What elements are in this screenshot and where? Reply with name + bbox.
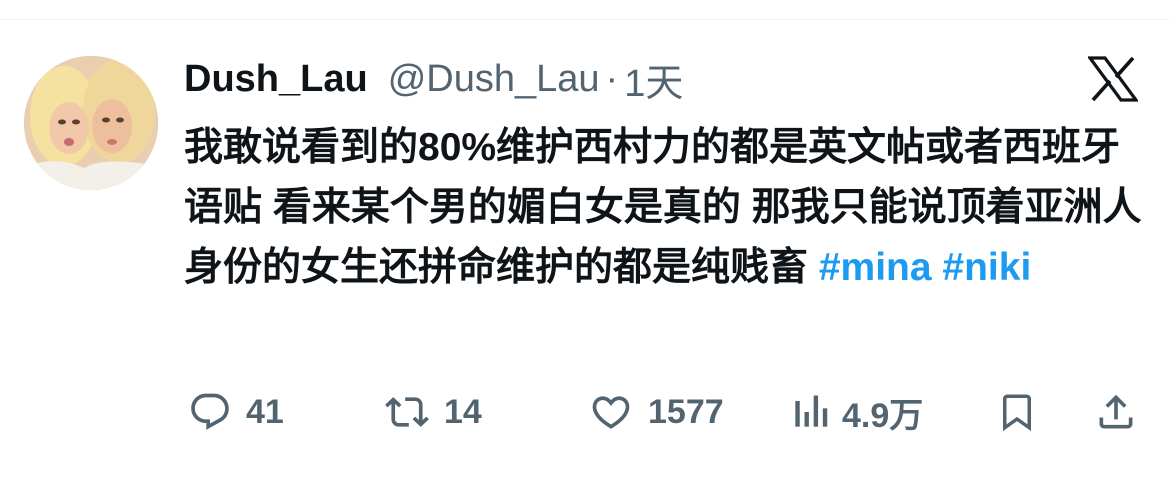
retweet-count: 14 bbox=[444, 392, 482, 431]
heart-icon bbox=[588, 390, 634, 434]
share-button[interactable] bbox=[1094, 384, 1138, 440]
retweet-icon bbox=[384, 390, 430, 434]
bookmark-icon bbox=[996, 390, 1038, 434]
share-icon bbox=[1094, 390, 1138, 434]
hashtag-mina[interactable]: #mina bbox=[819, 246, 932, 289]
top-divider bbox=[0, 19, 1170, 20]
action-bar: 41 14 1577 4.9万 bbox=[184, 384, 1144, 440]
separator-dot: · bbox=[605, 57, 619, 100]
bookmark-button[interactable] bbox=[996, 384, 1038, 440]
views-icon bbox=[792, 390, 828, 434]
like-count: 1577 bbox=[648, 392, 724, 431]
reply-count: 41 bbox=[246, 392, 284, 431]
retweet-button[interactable]: 14 bbox=[384, 384, 482, 440]
avatar[interactable] bbox=[24, 56, 158, 190]
x-logo-icon bbox=[1086, 56, 1140, 102]
tweet-header: Dush_Lau @Dush_Lau · 1天 bbox=[184, 52, 683, 107]
display-name[interactable]: Dush_Lau bbox=[184, 58, 368, 101]
views-button[interactable]: 4.9万 bbox=[792, 384, 923, 440]
views-count: 4.9万 bbox=[842, 396, 924, 435]
user-handle[interactable]: @Dush_Lau bbox=[388, 58, 600, 101]
hashtag-niki[interactable]: #niki bbox=[942, 246, 1031, 289]
like-button[interactable]: 1577 bbox=[588, 384, 724, 440]
tweet-text: 我敢说看到的80%维护西村力的都是英文帖或者西班牙语贴 看来某个男的媚白女是真的… bbox=[184, 118, 1144, 298]
timestamp[interactable]: 1天 bbox=[624, 52, 683, 107]
reply-button[interactable]: 41 bbox=[188, 384, 284, 440]
reply-icon bbox=[188, 390, 232, 434]
